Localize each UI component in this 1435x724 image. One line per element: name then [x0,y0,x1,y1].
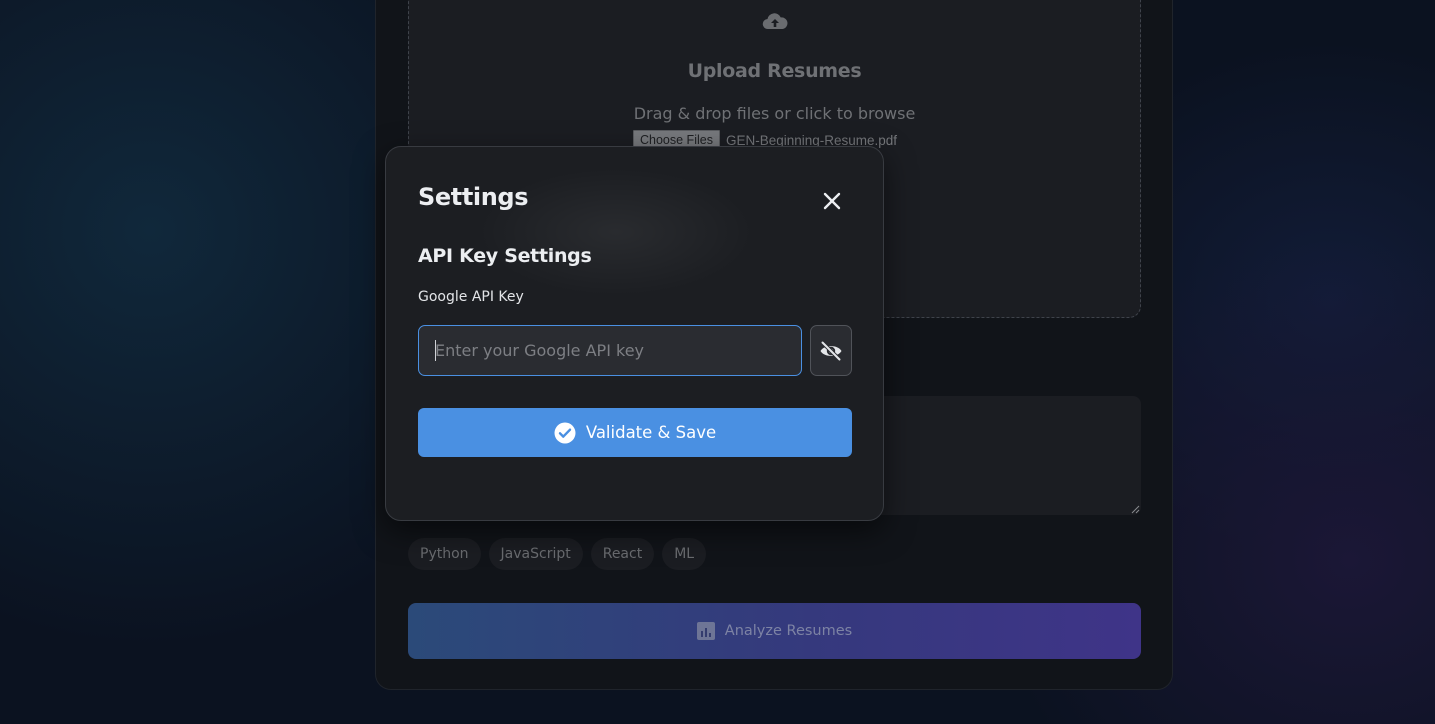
cloud-upload-icon [762,13,788,30]
eye-slash-icon [820,340,842,361]
validate-save-label: Validate & Save [585,423,717,442]
analyze-resumes-label: Analyze Resumes [724,623,853,639]
google-api-key-input[interactable] [418,325,802,376]
upload-title: Upload Resumes [687,60,862,82]
validate-save-button[interactable]: Validate & Save [418,408,852,457]
skill-tag[interactable]: React [590,538,655,570]
api-key-label: Google API Key [418,289,524,305]
close-icon[interactable] [820,189,844,213]
check-circle-icon [554,422,576,443]
resize-grip-icon[interactable] [1131,505,1140,514]
chart-icon [696,622,715,640]
skill-tag[interactable]: JavaScript [488,538,583,570]
skill-tag[interactable]: Python [408,538,481,570]
settings-modal: Settings API Key Settings Google API Key… [385,146,884,521]
text-caret [435,340,436,361]
toggle-visibility-button[interactable] [810,325,852,376]
modal-title: Settings [418,183,529,211]
skill-tags: Python JavaScript React ML [408,538,707,570]
api-key-section-title: API Key Settings [418,245,592,267]
analyze-resumes-button[interactable]: Analyze Resumes [408,603,1141,659]
upload-subtitle: Drag & drop files or click to browse [633,104,916,123]
skill-tag[interactable]: ML [662,538,707,570]
